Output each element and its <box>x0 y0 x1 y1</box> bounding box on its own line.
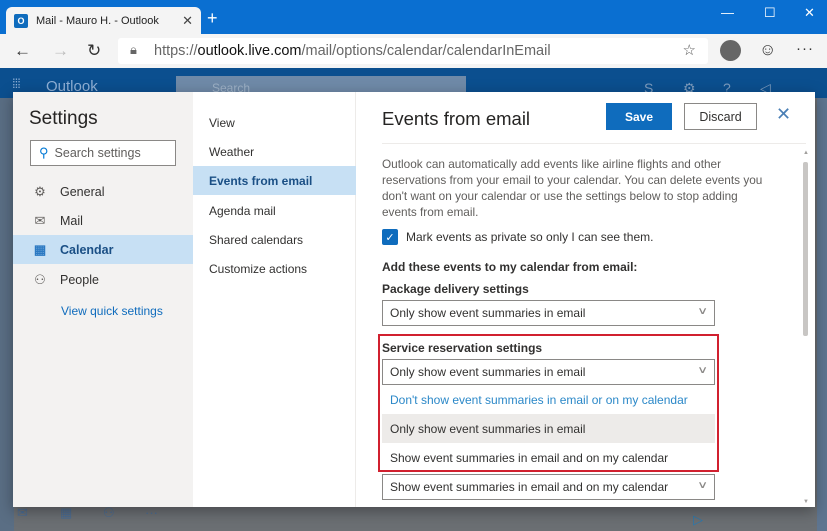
category-calendar[interactable]: ▦ Calendar <box>13 235 193 264</box>
dropdown-option[interactable]: Show event summaries in email and on my … <box>382 443 715 472</box>
backdrop-right-strip <box>817 98 827 531</box>
category-general[interactable]: ⚙ General <box>13 177 193 206</box>
dropdown-option[interactable]: Don't show event summaries in email or o… <box>382 385 715 414</box>
subnav-shared-calendars[interactable]: Shared calendars <box>193 225 356 254</box>
settings-dialog: Settings ⚲ Search settings ⚙ General ✉ M… <box>13 92 815 507</box>
private-checkbox-label[interactable]: Mark events as private so only I can see… <box>406 230 653 244</box>
package-delivery-label: Package delivery settings <box>382 282 529 296</box>
search-settings-input[interactable]: ⚲ Search settings <box>30 140 176 166</box>
checkmark-icon: ✓ <box>385 231 395 244</box>
refresh-icon[interactable]: ↻ <box>87 41 101 61</box>
profile-avatar[interactable] <box>720 40 741 61</box>
minimize-button[interactable]: — <box>721 5 734 20</box>
dropdown-value: Only show event summaries in email <box>390 365 586 379</box>
dropdown-value: Only show event summaries in email <box>390 306 586 320</box>
discard-button[interactable]: Discard <box>684 103 757 130</box>
tab-close-icon[interactable]: ✕ <box>182 13 193 29</box>
subnav-agenda-mail[interactable]: Agenda mail <box>193 196 356 225</box>
description-text: Outlook can automatically add events lik… <box>382 157 763 219</box>
address-bar[interactable]: 🔒︎ https://outlook.live.com/mail/options… <box>118 38 708 64</box>
window-close-button[interactable]: ✕ <box>804 5 815 21</box>
favorite-star-icon[interactable]: ☆ <box>683 41 696 59</box>
subnav-weather[interactable]: Weather <box>193 137 356 166</box>
scrollbar-thumb[interactable] <box>803 162 808 336</box>
search-settings-placeholder: Search settings <box>54 146 141 160</box>
close-icon[interactable]: ✕ <box>776 104 791 125</box>
category-label: People <box>60 272 99 287</box>
next-setting-dropdown[interactable]: Show event summaries in email and on my … <box>382 474 715 500</box>
category-label: General <box>60 184 105 199</box>
chevron-down-icon: ∨ <box>696 306 708 317</box>
view-quick-settings-link[interactable]: View quick settings <box>61 304 163 318</box>
new-tab-button[interactable]: + <box>207 9 218 27</box>
subnav-view[interactable]: View <box>193 108 356 137</box>
gear-icon: ⚙ <box>34 183 46 199</box>
bottom-more-icon[interactable]: ··· <box>145 505 158 520</box>
subnav-events-from-email[interactable]: Events from email <box>193 166 356 195</box>
events-from-email-panel: Events from email Save Discard ✕ Outlook… <box>356 92 815 507</box>
calendar-icon: ▦ <box>33 241 47 257</box>
app-launcher-icon[interactable]: ⁞⁞⁞ <box>12 76 21 91</box>
scroll-down-icon[interactable]: ▼ <box>803 499 809 505</box>
service-reservation-dropdown[interactable]: Only show event summaries in email ∨ <box>382 359 715 385</box>
package-delivery-dropdown[interactable]: Only show event summaries in email ∨ <box>382 300 715 326</box>
private-checkbox[interactable]: ✓ <box>382 229 398 245</box>
mail-icon: ✉ <box>34 212 46 228</box>
url-host: outlook.live.com <box>197 43 302 59</box>
calendar-subnav: View Weather Events from email Agenda ma… <box>193 92 356 507</box>
settings-title: Settings <box>29 108 98 129</box>
category-people[interactable]: ⚇ People <box>13 265 193 294</box>
category-label: Mail <box>60 213 83 228</box>
save-button[interactable]: Save <box>606 103 672 130</box>
scroll-up-icon[interactable]: ▲ <box>803 150 809 156</box>
forward-arrow-icon[interactable]: → <box>52 41 69 61</box>
subnav-customize-actions[interactable]: Customize actions <box>193 254 356 283</box>
url-path: /mail/options/calendar/calendarInEmail <box>301 43 551 59</box>
browser-titlebar: O Mail - Mauro H. - Outlook ✕ + — ☐ ✕ <box>0 0 827 34</box>
header-divider <box>382 143 806 144</box>
people-icon: ⚇ <box>34 271 46 287</box>
more-menu-icon[interactable]: ··· <box>796 40 814 57</box>
outlook-logo-icon: O <box>14 13 28 28</box>
search-icon: ⚲ <box>39 145 49 160</box>
panel-title: Events from email <box>382 108 531 129</box>
chevron-down-icon: ∨ <box>696 365 708 376</box>
browser-tab[interactable]: O Mail - Mauro H. - Outlook ✕ <box>6 7 201 34</box>
dropdown-option[interactable]: Only show event summaries in email <box>382 414 715 443</box>
service-reservation-label: Service reservation settings <box>382 341 543 355</box>
section-heading: Add these events to my calendar from ema… <box>382 260 638 274</box>
send-icon[interactable]: ▷ <box>693 512 703 528</box>
category-label: Calendar <box>60 242 114 257</box>
bottom-people-icon[interactable]: ⚇ <box>103 505 115 521</box>
backdrop-left-strip <box>0 98 14 531</box>
tab-title: Mail - Mauro H. - Outlook <box>36 14 159 27</box>
back-arrow-icon[interactable]: ← <box>14 41 31 61</box>
maximize-button[interactable]: ☐ <box>764 5 776 21</box>
chevron-down-icon: ∨ <box>696 480 708 491</box>
lock-icon: 🔒︎ <box>130 42 137 57</box>
bottom-calendar-icon[interactable]: ▦ <box>60 505 72 521</box>
browser-toolbar: ← → ↻ 🔒︎ https://outlook.live.com/mail/o… <box>0 34 827 68</box>
url-scheme: https:// <box>154 43 198 59</box>
bottom-mail-icon[interactable]: ✉ <box>17 505 28 521</box>
panel-scrollbar[interactable]: ▲ ▼ <box>801 150 811 505</box>
dropdown-value: Show event summaries in email and on my … <box>390 480 669 494</box>
settings-categories: Settings ⚲ Search settings ⚙ General ✉ M… <box>13 92 193 507</box>
category-mail[interactable]: ✉ Mail <box>13 206 193 235</box>
feedback-smiley-icon[interactable]: ☺ <box>759 40 776 60</box>
